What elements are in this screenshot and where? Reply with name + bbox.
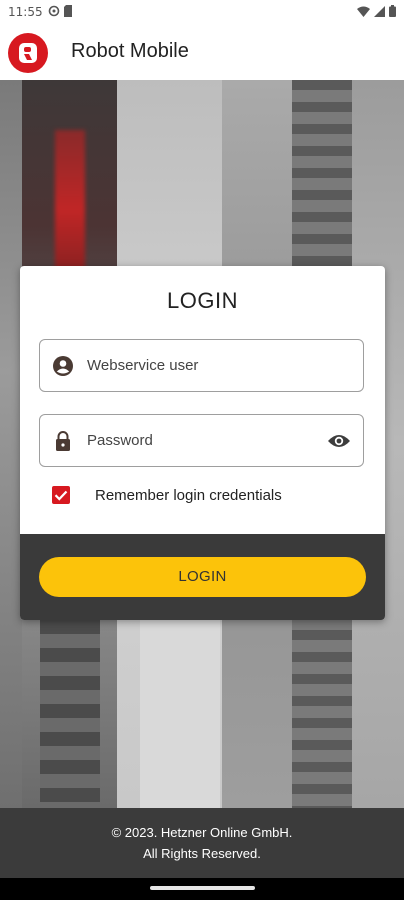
check-icon [54,490,68,501]
login-title: LOGIN [167,288,238,313]
eye-icon[interactable] [327,431,351,451]
home-gesture-handle[interactable] [150,886,255,890]
sim-card-icon [64,5,74,20]
password-placeholder: Password [87,432,153,449]
signal-icon [374,5,385,20]
wifi-icon [357,5,370,20]
robot-logo-icon [19,43,37,63]
password-field[interactable]: Password [39,414,364,467]
remember-checkbox[interactable] [52,486,70,504]
status-bar: 11:55 [0,0,404,26]
lock-icon [52,430,74,452]
system-nav-bar [0,878,404,900]
app-title: Robot Mobile [71,40,189,62]
webservice-user-placeholder: Webservice user [87,357,199,374]
copyright-line: © 2023. Hetzner Online GmbH. [111,825,293,840]
login-card: LOGIN Webservice user Password Remember … [20,266,385,620]
rights-line: All Rights Reserved. [143,846,261,861]
webservice-user-field[interactable]: Webservice user [39,339,364,392]
person-icon [52,355,74,377]
app-bar: Robot Mobile [0,26,404,80]
settings-icon [48,5,60,20]
login-button[interactable]: LOGIN [39,557,366,597]
status-time: 11:55 [8,5,43,19]
card-footer: LOGIN [20,534,385,620]
battery-icon [389,5,396,20]
page-footer: © 2023. Hetzner Online GmbH. All Rights … [0,808,404,878]
app-logo [8,33,48,73]
remember-label: Remember login credentials [95,487,282,504]
